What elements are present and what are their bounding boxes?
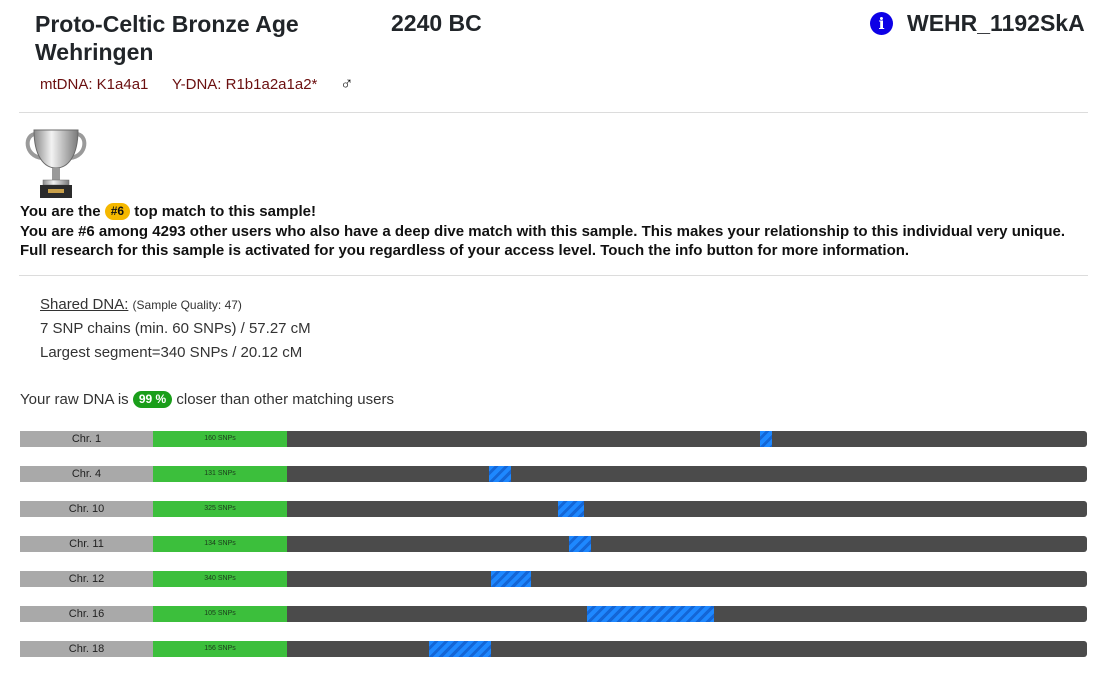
top-match-suffix: top match to this sample! <box>134 203 316 220</box>
snp-chains-summary: 7 SNP chains (min. 60 SNPs) / 57.27 cM <box>40 320 311 337</box>
chromosome-row: Chr. 11 134 SNPs <box>20 536 1087 552</box>
chromosome-snp-count: 340 SNPs <box>153 571 287 587</box>
raw-dna-suffix: closer than other matching users <box>176 391 394 408</box>
chromosome-row: Chr. 16 105 SNPs <box>20 606 1087 622</box>
sample-quality: (Sample Quality: 47) <box>132 298 242 312</box>
rank-badge: #6 <box>104 203 131 220</box>
shared-segment[interactable] <box>760 431 772 447</box>
chromosome-track <box>287 466 1087 482</box>
shared-dna-heading: Shared DNA: (Sample Quality: 47) <box>40 296 242 313</box>
top-match-prefix: You are the <box>20 203 101 220</box>
shared-segment[interactable] <box>429 641 491 657</box>
shared-segment[interactable] <box>587 606 714 622</box>
silver-trophy-icon <box>22 128 90 205</box>
chromosome-snp-count: 131 SNPs <box>153 466 287 482</box>
chromosome-track <box>287 536 1087 552</box>
chromosome-label: Chr. 4 <box>20 466 153 482</box>
sample-location: Wehringen <box>35 39 154 65</box>
percent-badge: 99 % <box>132 391 173 408</box>
info-icon[interactable]: i <box>870 12 893 35</box>
chromosome-label: Chr. 10 <box>20 501 153 517</box>
chromosome-row: Chr. 1 160 SNPs <box>20 431 1087 447</box>
raw-dna-prefix: Your raw DNA is <box>20 391 129 408</box>
chromosome-snp-count: 156 SNPs <box>153 641 287 657</box>
chromosome-snp-count: 105 SNPs <box>153 606 287 622</box>
research-access-text: Full research for this sample is activat… <box>20 242 910 259</box>
chromosome-track <box>287 606 1087 622</box>
shared-segment[interactable] <box>489 466 511 482</box>
chromosome-track <box>287 501 1087 517</box>
mtdna-haplogroup: mtDNA: K1a4a1 <box>40 76 149 93</box>
shared-segment[interactable] <box>569 536 591 552</box>
match-ranking-text: You are #6 among 4293 other users who al… <box>20 223 1066 240</box>
chromosome-track <box>287 641 1087 657</box>
chromosome-label: Chr. 11 <box>20 536 153 552</box>
chromosome-row: Chr. 12 340 SNPs <box>20 571 1087 587</box>
chromosome-snp-count: 160 SNPs <box>153 431 287 447</box>
chromosome-track <box>287 571 1087 587</box>
shared-segment[interactable] <box>558 501 584 517</box>
chromosome-snp-count: 325 SNPs <box>153 501 287 517</box>
chromosome-row: Chr. 18 156 SNPs <box>20 641 1087 657</box>
sample-date: 2240 BC <box>391 10 482 36</box>
divider <box>19 112 1088 113</box>
chromosome-label: Chr. 1 <box>20 431 153 447</box>
chromosome-row: Chr. 10 325 SNPs <box>20 501 1087 517</box>
sample-id: WEHR_1192SkA <box>907 10 1085 36</box>
ydna-haplogroup: Y-DNA: R1b1a2a1a2* <box>172 76 318 93</box>
chromosome-row: Chr. 4 131 SNPs <box>20 466 1087 482</box>
raw-dna-comparison: Your raw DNA is 99 % closer than other m… <box>20 391 394 408</box>
divider <box>19 275 1088 276</box>
shared-dna-label: Shared DNA: <box>40 296 129 313</box>
chromosome-label: Chr. 18 <box>20 641 153 657</box>
top-match-line: You are the #6 top match to this sample! <box>20 203 316 220</box>
shared-segment[interactable] <box>491 571 531 587</box>
chromosome-track <box>287 431 1087 447</box>
male-symbol-icon: ♂ <box>340 73 354 93</box>
chromosome-snp-count: 134 SNPs <box>153 536 287 552</box>
sample-title: Proto-Celtic Bronze Age <box>35 11 299 37</box>
largest-segment-summary: Largest segment=340 SNPs / 20.12 cM <box>40 344 303 361</box>
chromosome-label: Chr. 16 <box>20 606 153 622</box>
chromosome-label: Chr. 12 <box>20 571 153 587</box>
